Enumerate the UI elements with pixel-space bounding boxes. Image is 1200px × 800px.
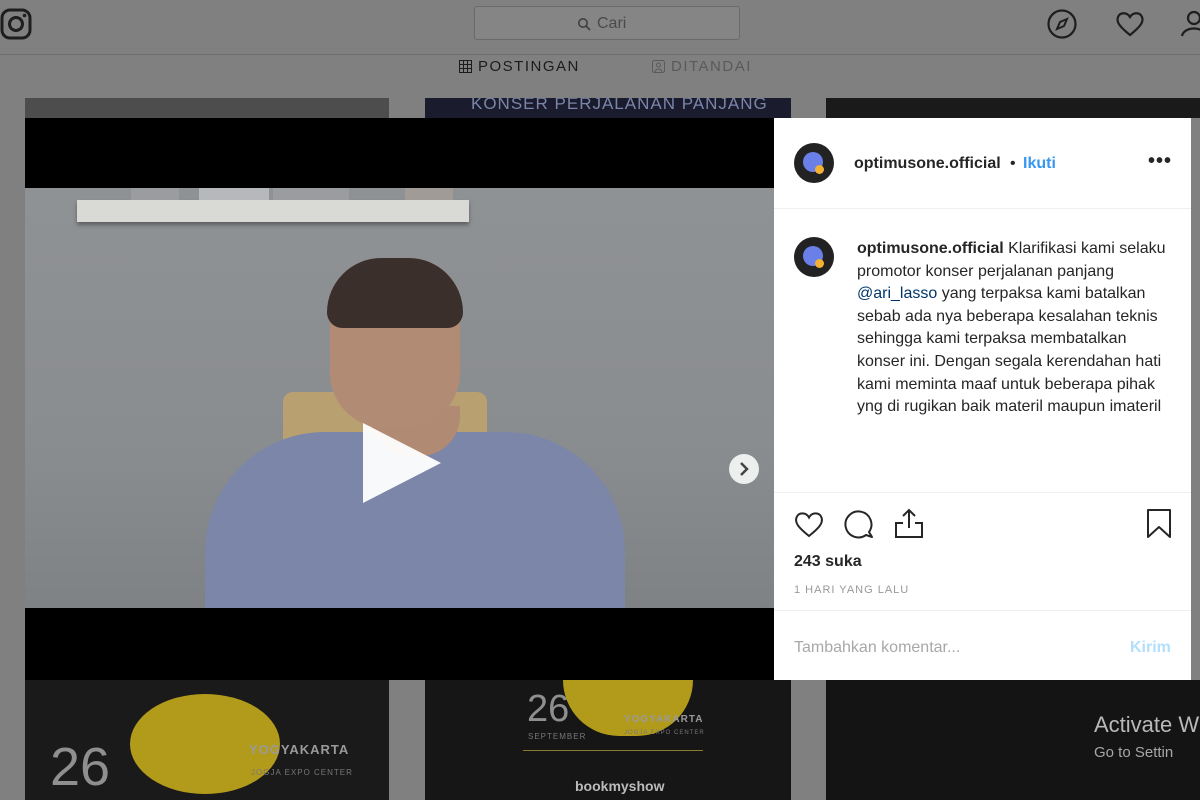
post-username[interactable]: optimusone.official: [854, 155, 1001, 173]
grid-post-thumbnail[interactable]: 26 SEPTEMBER YOGYAKARTA JOGJA EXPO CENTE…: [425, 680, 791, 800]
like-heart-icon[interactable]: [793, 509, 825, 539]
thumbnail-venue: JOGJA EXPO CENTER: [251, 768, 353, 777]
grid-post-thumbnail[interactable]: KONSER PERJALANAN PANJANG: [425, 98, 791, 118]
profile-tabs: POSTINGAN DITANDAI: [0, 58, 1200, 80]
top-navigation-bar: Cari: [0, 0, 1200, 55]
grid-post-thumbnail[interactable]: [826, 98, 1200, 118]
tab-ditandai-label: DITANDAI: [671, 58, 752, 75]
thumbnail-brand: bookmyshow: [575, 778, 665, 794]
tag-icon: [652, 60, 665, 73]
post-timestamp[interactable]: 1 HARI YANG LALU: [794, 584, 909, 596]
person-hair: [327, 258, 463, 328]
profile-icon[interactable]: [1180, 8, 1200, 40]
video-frame: [25, 188, 774, 608]
grid-icon: [459, 60, 472, 73]
share-icon[interactable]: [893, 507, 925, 539]
thumbnail-text: KONSER PERJALANAN PANJANG: [471, 98, 768, 113]
caption-mention-link[interactable]: @ari_lasso: [857, 285, 937, 302]
search-icon: [578, 18, 591, 31]
thumbnail-month: SEPTEMBER: [528, 732, 587, 741]
thumbnail-city: YOGYAKARTA: [249, 742, 350, 757]
grid-post-thumbnail[interactable]: [25, 98, 389, 118]
bookmark-icon[interactable]: [1145, 508, 1173, 540]
comment-icon[interactable]: [843, 508, 875, 540]
separator-dot: •: [1010, 155, 1016, 172]
compass-icon[interactable]: [1046, 8, 1078, 40]
likes-count[interactable]: 243 suka: [794, 553, 862, 571]
wall-shelf: [77, 188, 469, 222]
post-comment-button[interactable]: Kirim: [1130, 639, 1171, 657]
windows-activation-subtext: Go to Settin: [1094, 744, 1174, 761]
more-options-icon[interactable]: •••: [1148, 150, 1172, 173]
heart-icon[interactable]: [1114, 8, 1146, 40]
thumbnail-city: YOGYAKARTA: [624, 714, 704, 725]
post-caption: optimusone.official Klarifikasi kami sel…: [857, 238, 1167, 419]
grid-post-thumbnail[interactable]: [826, 680, 1200, 800]
thumbnail-day: 26: [50, 737, 111, 797]
thumbnail-day: 26: [527, 688, 570, 730]
tab-ditandai[interactable]: DITANDAI: [652, 58, 752, 75]
post-actions: 243 suka 1 HARI YANG LALU: [774, 492, 1191, 611]
next-slide-chevron-icon[interactable]: [729, 454, 759, 484]
avatar[interactable]: [794, 143, 834, 183]
add-comment-bar: Tambahkan komentar... Kirim: [774, 610, 1191, 681]
comment-input[interactable]: Tambahkan komentar...: [794, 639, 960, 657]
tab-postingan-label: POSTINGAN: [478, 58, 580, 75]
follow-button[interactable]: Ikuti: [1023, 155, 1056, 173]
grid-post-thumbnail[interactable]: 26 YOGYAKARTA JOGJA EXPO CENTER: [25, 680, 389, 800]
search-box[interactable]: Cari: [474, 6, 740, 40]
post-detail-panel: optimusone.official • Ikuti ••• optimuso…: [774, 118, 1191, 680]
caption-avatar[interactable]: [794, 237, 834, 277]
windows-activation-watermark: Activate W: [1094, 712, 1200, 737]
post-video-player[interactable]: [25, 118, 774, 680]
thumbnail-venue: JOGJA EXPO CENTER: [624, 730, 705, 736]
caption-text-continued: yang terpaksa kami batalkan sebab ada ny…: [857, 285, 1162, 416]
search-placeholder: Cari: [597, 15, 627, 32]
caption-username[interactable]: optimusone.official: [857, 240, 1004, 257]
post-header: optimusone.official • Ikuti •••: [774, 118, 1191, 209]
tab-postingan[interactable]: POSTINGAN: [459, 58, 580, 75]
instagram-logo-icon[interactable]: [0, 6, 34, 40]
play-icon[interactable]: [363, 423, 441, 503]
